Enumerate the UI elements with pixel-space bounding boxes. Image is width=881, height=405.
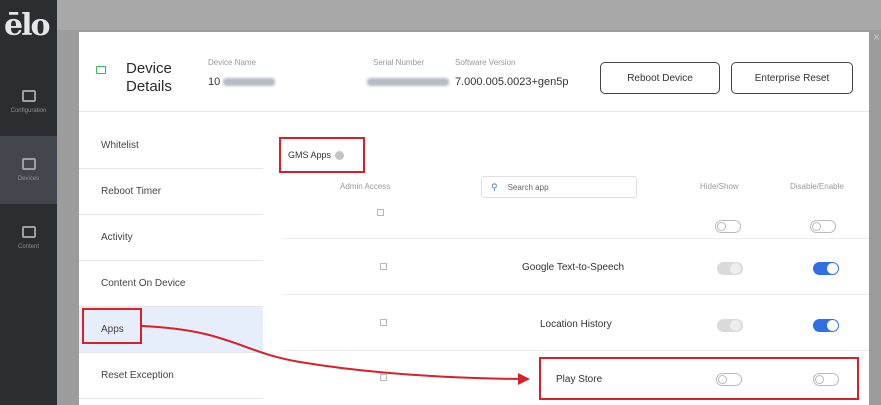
row-divider xyxy=(282,238,869,239)
admin-access-checkbox[interactable] xyxy=(377,209,384,216)
hide-show-toggle[interactable] xyxy=(717,262,743,275)
redacted-device-name xyxy=(223,78,276,87)
search-input[interactable]: ⚲ Search app xyxy=(481,176,637,198)
disable-enable-toggle[interactable] xyxy=(810,220,836,233)
title-line-1: Device xyxy=(126,60,172,77)
rail-item-label: Configuration xyxy=(10,108,47,114)
backdrop-header xyxy=(57,0,881,30)
software-version-label: Software Version xyxy=(455,58,516,67)
app-name: Google Text-to-Speech xyxy=(522,262,625,273)
highlight-gms-apps xyxy=(279,137,365,173)
devices-icon xyxy=(21,158,36,170)
search-icon: ⚲ xyxy=(491,181,498,192)
disable-enable-header: Disable/Enable xyxy=(790,182,844,191)
highlight-apps-nav xyxy=(82,308,142,344)
device-name-value: 10 xyxy=(208,76,276,88)
disable-enable-toggle[interactable] xyxy=(813,262,839,275)
nav-item-whitelist[interactable]: Whitelist xyxy=(79,123,263,169)
hide-show-header: Hide/Show xyxy=(700,182,739,191)
admin-access-checkbox[interactable] xyxy=(380,319,387,326)
configuration-icon xyxy=(21,90,36,102)
rail-item-label: Devices xyxy=(17,176,40,182)
close-icon[interactable]: × xyxy=(873,30,880,44)
device-icon xyxy=(96,66,106,74)
enterprise-reset-button[interactable]: Enterprise Reset xyxy=(731,62,853,94)
rail-item-label: Content xyxy=(17,244,39,250)
elo-logo: ēlo xyxy=(4,8,50,43)
hide-show-toggle[interactable] xyxy=(715,220,741,233)
serial-number-value xyxy=(367,76,449,88)
search-placeholder: Search app xyxy=(507,182,549,192)
row-divider xyxy=(282,294,869,295)
rail-item-content[interactable]: Content xyxy=(0,204,57,272)
device-name-prefix: 10 xyxy=(208,76,221,88)
nav-item-reset-exception[interactable]: Reset Exception xyxy=(79,353,263,399)
hide-show-toggle[interactable] xyxy=(717,319,743,332)
redacted-serial-number xyxy=(367,78,449,87)
app-name: Location History xyxy=(540,319,612,330)
nav-item-reboot-timer[interactable]: Reboot Timer xyxy=(79,169,263,215)
nav-item-activity[interactable]: Activity xyxy=(79,215,263,261)
device-name-label: Device Name xyxy=(208,58,257,67)
page-title: Device Details xyxy=(126,60,172,96)
admin-access-checkbox[interactable] xyxy=(380,263,387,270)
reboot-device-button[interactable]: Reboot Device xyxy=(600,62,720,94)
title-line-2: Details xyxy=(126,78,172,95)
admin-access-header: Admin Access xyxy=(340,182,391,191)
row-divider xyxy=(282,350,869,351)
highlight-play-store-row xyxy=(539,357,859,400)
app-sidebar: ēlo Configuration Devices Content xyxy=(0,0,57,405)
serial-number-label: Serial Number xyxy=(373,58,425,67)
software-version-value: 7.000.005.0023+gen5p xyxy=(455,76,569,88)
disable-enable-toggle[interactable] xyxy=(813,319,839,332)
rail-item-configuration[interactable]: Configuration xyxy=(0,68,57,136)
nav-item-content-on-device[interactable]: Content On Device xyxy=(79,261,263,307)
rail-item-devices[interactable]: Devices xyxy=(0,136,57,204)
content-icon xyxy=(21,226,36,238)
admin-access-checkbox[interactable] xyxy=(380,374,387,381)
